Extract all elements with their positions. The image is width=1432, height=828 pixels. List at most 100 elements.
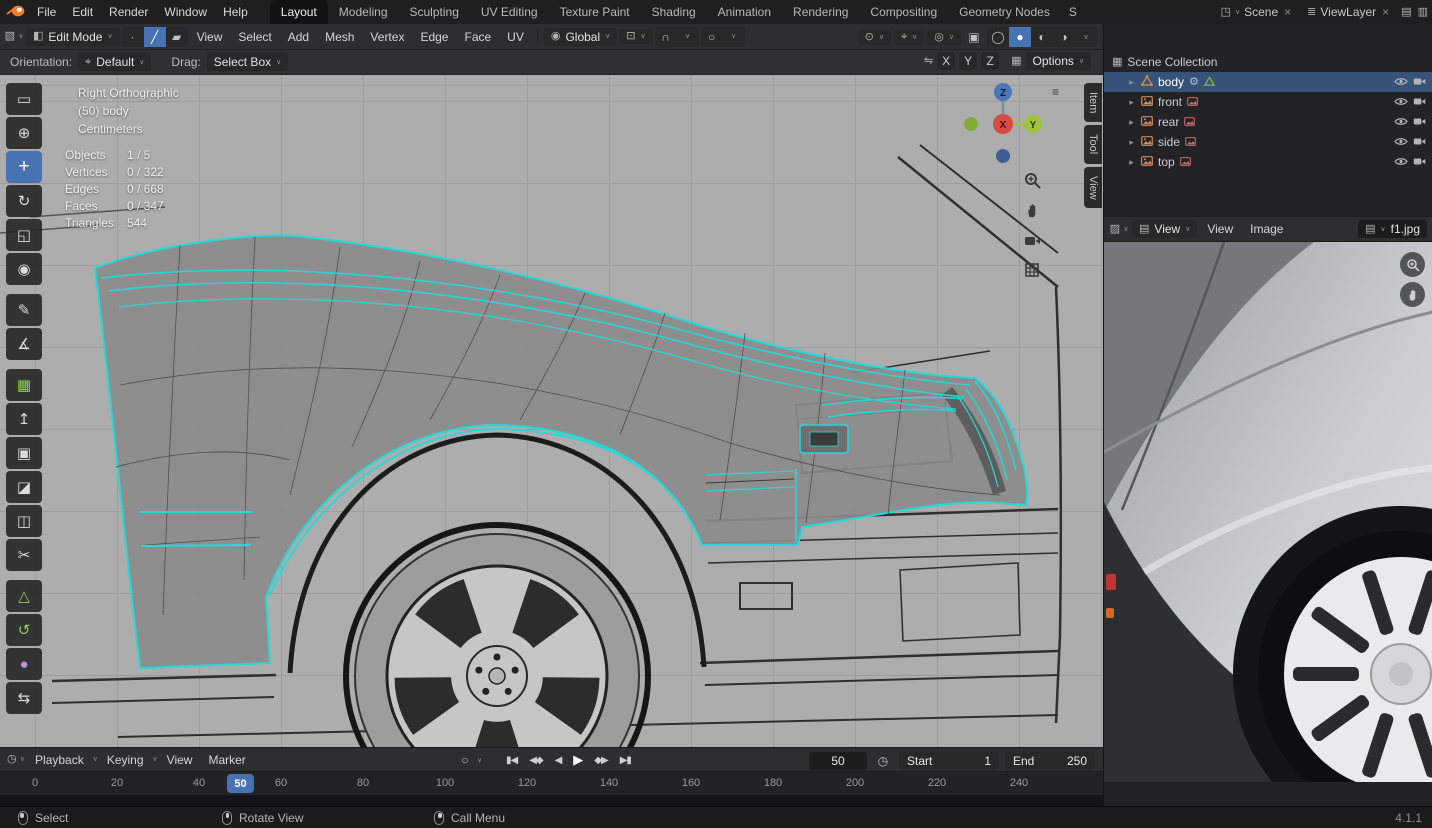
expand-chevron-icon[interactable]: ▸ — [1127, 117, 1136, 128]
jump-to-end-button[interactable]: ▶▮ — [614, 750, 637, 770]
image-data-icon[interactable] — [1184, 115, 1196, 129]
viewport-menu-vertex[interactable]: Vertex — [363, 30, 411, 44]
tool-edge-slide-button[interactable]: ⇆ — [6, 682, 42, 714]
tool-inset-faces-button[interactable]: ▣ — [6, 437, 42, 469]
snap-options-icon[interactable]: ▦ — [1011, 55, 1021, 67]
timeline-menu-keying[interactable]: Keying — [100, 753, 151, 767]
workspace-tab-modeling[interactable]: Modeling — [328, 0, 399, 24]
workspace-tab-rendering[interactable]: Rendering — [782, 0, 859, 24]
zoom-icon[interactable] — [1020, 168, 1044, 192]
frame-end-field[interactable]: End 250 — [1005, 752, 1095, 770]
image-zoom-icon[interactable] — [1400, 252, 1425, 277]
proportional-edit-icon[interactable]: ○ — [701, 27, 723, 47]
viewport-menu-select[interactable]: Select — [231, 30, 278, 44]
sidebar-tab-item[interactable]: Item — [1084, 83, 1102, 123]
preview-range-clock-icon[interactable]: ◷ — [873, 751, 893, 771]
pivot-point-dropdown[interactable]: ⊡ ∨ — [619, 29, 653, 44]
mesh-data-icon[interactable] — [1203, 75, 1216, 89]
navigation-gizmo[interactable]: Z Y X — [964, 83, 1042, 163]
vertex-select-mode-button[interactable]: ∙ — [122, 27, 144, 47]
menu-edit[interactable]: Edit — [64, 0, 101, 24]
tool-annotate-button[interactable]: ✎ — [6, 294, 42, 326]
workspace-tab-geometry-nodes[interactable]: Geometry Nodes — [948, 0, 1061, 24]
outliner-tree[interactable]: ▦ Scene Collection ▸ body ⚙ ▸ front ▸ re… — [1104, 24, 1432, 216]
viewport-menu-uv[interactable]: UV — [500, 30, 531, 44]
viewport-region-menu-icon[interactable]: ≡ — [1052, 85, 1059, 99]
outliner-row-body[interactable]: ▸ body ⚙ — [1104, 72, 1432, 92]
blender-logo-icon[interactable] — [6, 4, 25, 21]
tool-move-button[interactable]: + — [6, 151, 42, 183]
tool-add-cube-button[interactable]: ▦ — [6, 369, 42, 401]
mode-dropdown[interactable]: ◧ Edit Mode ∨ — [26, 27, 120, 46]
editor-type-image-icon[interactable]: ▨ ∨ — [1109, 219, 1129, 239]
toggle-ortho-grid-icon[interactable] — [1020, 258, 1044, 282]
workspace-tab-scripting[interactable]: S — [1061, 0, 1083, 24]
timeline-menu-marker[interactable]: Marker — [201, 753, 252, 767]
timeline-menu-view[interactable]: View — [160, 753, 200, 767]
shading-rendered-button[interactable]: ◑ — [1053, 27, 1075, 47]
modifier-wrench-icon[interactable]: ⚙ — [1189, 76, 1199, 88]
outliner-row-rear[interactable]: ▸ rear — [1104, 112, 1432, 132]
image-pan-hand-icon[interactable] — [1400, 282, 1425, 307]
selectability-visibility-dropdown[interactable]: ⊙ ∨ — [857, 29, 891, 45]
tool-smooth-button[interactable]: ● — [6, 648, 42, 680]
mirror-z-button[interactable]: Z — [981, 52, 1000, 70]
workspace-tab-sculpting[interactable]: Sculpting — [399, 0, 470, 24]
viewport-menu-view[interactable]: View — [190, 30, 230, 44]
expand-chevron-icon[interactable]: ▸ — [1127, 157, 1136, 168]
auto-keying-record-icon[interactable]: ○ — [455, 750, 475, 770]
editor-type-timeline-icon[interactable]: ◷ ∨ — [6, 750, 26, 770]
tool-scale-button[interactable]: ◱ — [6, 219, 42, 251]
sidebar-tab-view[interactable]: View — [1084, 166, 1102, 209]
menu-window[interactable]: Window — [156, 0, 215, 24]
viewport-canvas[interactable]: Z Y X — [0, 75, 1103, 747]
viewport-3d[interactable]: Z Y X ▭ ⊕ + ↻ ◱ ◉ ✎ ∡ ▦ ↥ ▣ ◪ ◫ ✂ △ ↺ ● … — [0, 75, 1103, 747]
shading-dropdown-caret[interactable]: ∨ — [1075, 27, 1097, 47]
hide-eye-icon[interactable] — [1394, 75, 1408, 89]
show-overlays-dropdown[interactable]: ◎ ∨ — [927, 29, 961, 45]
outliner-row-scene-collection[interactable]: ▦ Scene Collection — [1104, 52, 1432, 72]
hide-eye-icon[interactable] — [1394, 135, 1408, 149]
expand-chevron-icon[interactable]: ▸ — [1127, 97, 1136, 108]
viewport-menu-face[interactable]: Face — [457, 30, 498, 44]
tool-transform-button[interactable]: ◉ — [6, 253, 42, 285]
hide-eye-icon[interactable] — [1394, 155, 1408, 169]
viewport-menu-add[interactable]: Add — [281, 30, 316, 44]
snap-dropdown-caret[interactable]: ∨ — [677, 27, 699, 47]
mirror-y-button[interactable]: Y — [959, 52, 978, 70]
tool-cursor-button[interactable]: ⊕ — [6, 117, 42, 149]
image-data-icon[interactable] — [1179, 155, 1191, 169]
image-data-icon[interactable] — [1187, 95, 1198, 109]
image-editor-menu-image[interactable]: Image — [1243, 222, 1290, 236]
edge-select-mode-button[interactable]: ╱ — [143, 26, 166, 47]
timeline-ruler[interactable]: 0 20 40 60 80 100 120 140 160 180 200 22… — [0, 771, 1103, 795]
options-dropdown[interactable]: Options ∨ — [1025, 52, 1091, 70]
hide-eye-icon[interactable] — [1394, 115, 1408, 129]
shading-material-button[interactable]: ◐ — [1031, 27, 1053, 47]
tool-extrude-button[interactable]: ↥ — [6, 403, 42, 435]
shading-wireframe-button[interactable]: ◯ — [987, 27, 1009, 47]
image-editor-mode-dropdown[interactable]: ▤ View ∨ — [1132, 220, 1198, 238]
workspace-tab-compositing[interactable]: Compositing — [859, 0, 948, 24]
scene-selector[interactable]: ◳ ∨ Scene × — [1217, 5, 1298, 19]
snap-toggle-magnet-icon[interactable]: ∩ — [655, 27, 677, 47]
tool-measure-button[interactable]: ∡ — [6, 328, 42, 360]
outliner-row-front[interactable]: ▸ front — [1104, 92, 1432, 112]
tool-rotate-button[interactable]: ↻ — [6, 185, 42, 217]
next-keyframe-button[interactable]: ◆▶ — [588, 750, 613, 770]
hide-eye-icon[interactable] — [1394, 95, 1408, 109]
tool-select-box-button[interactable]: ▭ — [6, 83, 42, 115]
menu-help[interactable]: Help — [215, 0, 256, 24]
disable-render-camera-icon[interactable] — [1413, 135, 1426, 149]
outliner-row-side[interactable]: ▸ side — [1104, 132, 1432, 152]
workspace-tab-uv-editing[interactable]: UV Editing — [470, 0, 549, 24]
jump-to-start-button[interactable]: ▮◀ — [500, 750, 523, 770]
frame-start-field[interactable]: Start 1 — [899, 752, 999, 770]
viewlayer-extras-icon[interactable]: ▥ — [1418, 6, 1428, 18]
disable-render-camera-icon[interactable] — [1413, 115, 1426, 129]
image-editor-canvas[interactable] — [1104, 242, 1432, 782]
expand-chevron-icon[interactable]: ▸ — [1127, 137, 1136, 148]
expand-chevron-icon[interactable]: ▸ — [1127, 77, 1136, 88]
menu-file[interactable]: File — [29, 0, 64, 24]
face-select-mode-button[interactable]: ▰ — [166, 27, 188, 47]
